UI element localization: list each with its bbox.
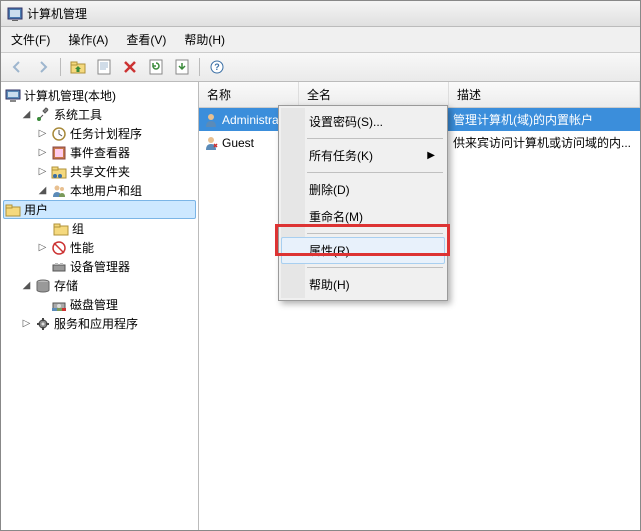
tree-performance[interactable]: ▷ 性能 <box>3 238 196 257</box>
perf-icon <box>51 240 67 256</box>
toolbar-separator <box>199 58 200 76</box>
tree-local-users-groups[interactable]: ◢ 本地用户和组 <box>3 181 196 200</box>
toolbar-separator <box>60 58 61 76</box>
tools-icon <box>35 107 51 123</box>
blank-icon <box>37 299 48 310</box>
tree-label: 设备管理器 <box>70 258 130 275</box>
ctx-rename[interactable]: 重命名(M) <box>281 203 445 230</box>
collapse-icon[interactable]: ◢ <box>37 185 48 196</box>
tree-label: 服务和应用程序 <box>54 315 138 332</box>
clock-icon <box>51 126 67 142</box>
tree-disk-management[interactable]: 磁盘管理 <box>3 295 196 314</box>
properties-button[interactable] <box>92 56 116 78</box>
tree-groups[interactable]: 组 <box>3 219 196 238</box>
toolbar: ? <box>1 53 640 82</box>
context-separator <box>307 172 443 173</box>
menu-action[interactable]: 操作(A) <box>62 29 114 50</box>
ctx-label: 帮助(H) <box>309 276 350 293</box>
ctx-set-password[interactable]: 设置密码(S)... <box>281 108 445 135</box>
titlebar: 计算机管理 <box>1 1 640 27</box>
device-icon <box>51 259 67 275</box>
tree-label: 性能 <box>70 239 94 256</box>
context-separator <box>307 233 443 234</box>
computer-icon <box>5 88 21 104</box>
tree-users[interactable]: 用户 <box>3 200 196 219</box>
tree-label: 用户 <box>24 201 48 218</box>
users-icon <box>51 183 67 199</box>
tree-system-tools[interactable]: ◢ 系统工具 <box>3 105 196 124</box>
ctx-help[interactable]: 帮助(H) <box>281 271 445 298</box>
collapse-icon[interactable]: ◢ <box>21 109 32 120</box>
ctx-delete[interactable]: 删除(D) <box>281 176 445 203</box>
cell-desc: 供来宾访问计算机或访问域的内... <box>449 132 640 153</box>
ctx-properties[interactable]: 属性(R) <box>281 237 445 264</box>
user-icon <box>203 112 219 128</box>
context-separator <box>307 138 443 139</box>
ctx-label: 删除(D) <box>309 181 350 198</box>
tree-event-viewer[interactable]: ▷ 事件查看器 <box>3 143 196 162</box>
tree-label: 任务计划程序 <box>70 125 142 142</box>
back-button <box>5 56 29 78</box>
storage-icon <box>35 278 51 294</box>
context-menu: 设置密码(S)... 所有任务(K) ▶ 删除(D) 重命名(M) 属性(R) 帮… <box>278 105 448 301</box>
expand-icon[interactable]: ▷ <box>37 128 48 139</box>
col-desc[interactable]: 描述 <box>449 82 640 107</box>
ctx-all-tasks[interactable]: 所有任务(K) ▶ <box>281 142 445 169</box>
collapse-icon[interactable]: ◢ <box>21 280 32 291</box>
menu-help[interactable]: 帮助(H) <box>178 29 231 50</box>
disk-icon <box>51 297 67 313</box>
tree-services-apps[interactable]: ▷ 服务和应用程序 <box>3 314 196 333</box>
forward-button <box>31 56 55 78</box>
mmc-window: 计算机管理 文件(F) 操作(A) 查看(V) 帮助(H) ? 计算机管理(本地… <box>0 0 641 531</box>
folder-icon <box>53 221 69 237</box>
menu-view[interactable]: 查看(V) <box>120 29 172 50</box>
col-fullname[interactable]: 全名 <box>299 82 449 107</box>
expand-icon[interactable]: ▷ <box>37 147 48 158</box>
user-icon <box>203 135 219 151</box>
event-icon <box>51 145 67 161</box>
menubar: 文件(F) 操作(A) 查看(V) 帮助(H) <box>1 27 640 53</box>
help-button[interactable]: ? <box>205 56 229 78</box>
menu-file[interactable]: 文件(F) <box>5 29 56 50</box>
expand-icon[interactable]: ▷ <box>21 318 32 329</box>
submenu-arrow-icon: ▶ <box>427 150 435 161</box>
tree-label: 计算机管理(本地) <box>24 87 116 104</box>
blank-icon <box>37 261 48 272</box>
tree-label: 事件查看器 <box>70 144 130 161</box>
up-button[interactable] <box>66 56 90 78</box>
tree-label: 磁盘管理 <box>70 296 118 313</box>
export-button[interactable] <box>170 56 194 78</box>
col-name[interactable]: 名称 <box>199 82 299 107</box>
tree-label: 存储 <box>54 277 78 294</box>
ctx-label: 重命名(M) <box>309 208 363 225</box>
ctx-label: 设置密码(S)... <box>309 113 383 130</box>
tree-label: 本地用户和组 <box>70 182 142 199</box>
services-icon <box>35 316 51 332</box>
window-title: 计算机管理 <box>27 5 87 22</box>
expand-icon[interactable]: ▷ <box>37 242 48 253</box>
refresh-button[interactable] <box>144 56 168 78</box>
tree-root[interactable]: 计算机管理(本地) <box>3 86 196 105</box>
ctx-label: 所有任务(K) <box>309 147 373 164</box>
svg-text:?: ? <box>214 62 220 72</box>
tree-task-scheduler[interactable]: ▷ 任务计划程序 <box>3 124 196 143</box>
folder-icon <box>5 202 21 218</box>
app-icon <box>7 6 23 22</box>
shared-folder-icon <box>51 164 67 180</box>
tree-label: 组 <box>72 220 84 237</box>
delete-button[interactable] <box>118 56 142 78</box>
tree-label: 系统工具 <box>54 106 102 123</box>
tree-pane[interactable]: 计算机管理(本地) ◢ 系统工具 ▷ 任务计划程序 ▷ 事件查看器 ▷ 共享文件… <box>1 82 199 530</box>
tree-label: 共享文件夹 <box>70 163 130 180</box>
tree-device-manager[interactable]: 设备管理器 <box>3 257 196 276</box>
cell-text: Administrat <box>222 113 282 127</box>
context-separator <box>307 267 443 268</box>
ctx-label: 属性(R) <box>309 242 350 259</box>
tree-storage[interactable]: ◢ 存储 <box>3 276 196 295</box>
tree-shared-folders[interactable]: ▷ 共享文件夹 <box>3 162 196 181</box>
cell-desc: 管理计算机(域)的内置帐户 <box>449 109 640 130</box>
cell-text: Guest <box>222 136 254 150</box>
expand-icon[interactable]: ▷ <box>37 166 48 177</box>
